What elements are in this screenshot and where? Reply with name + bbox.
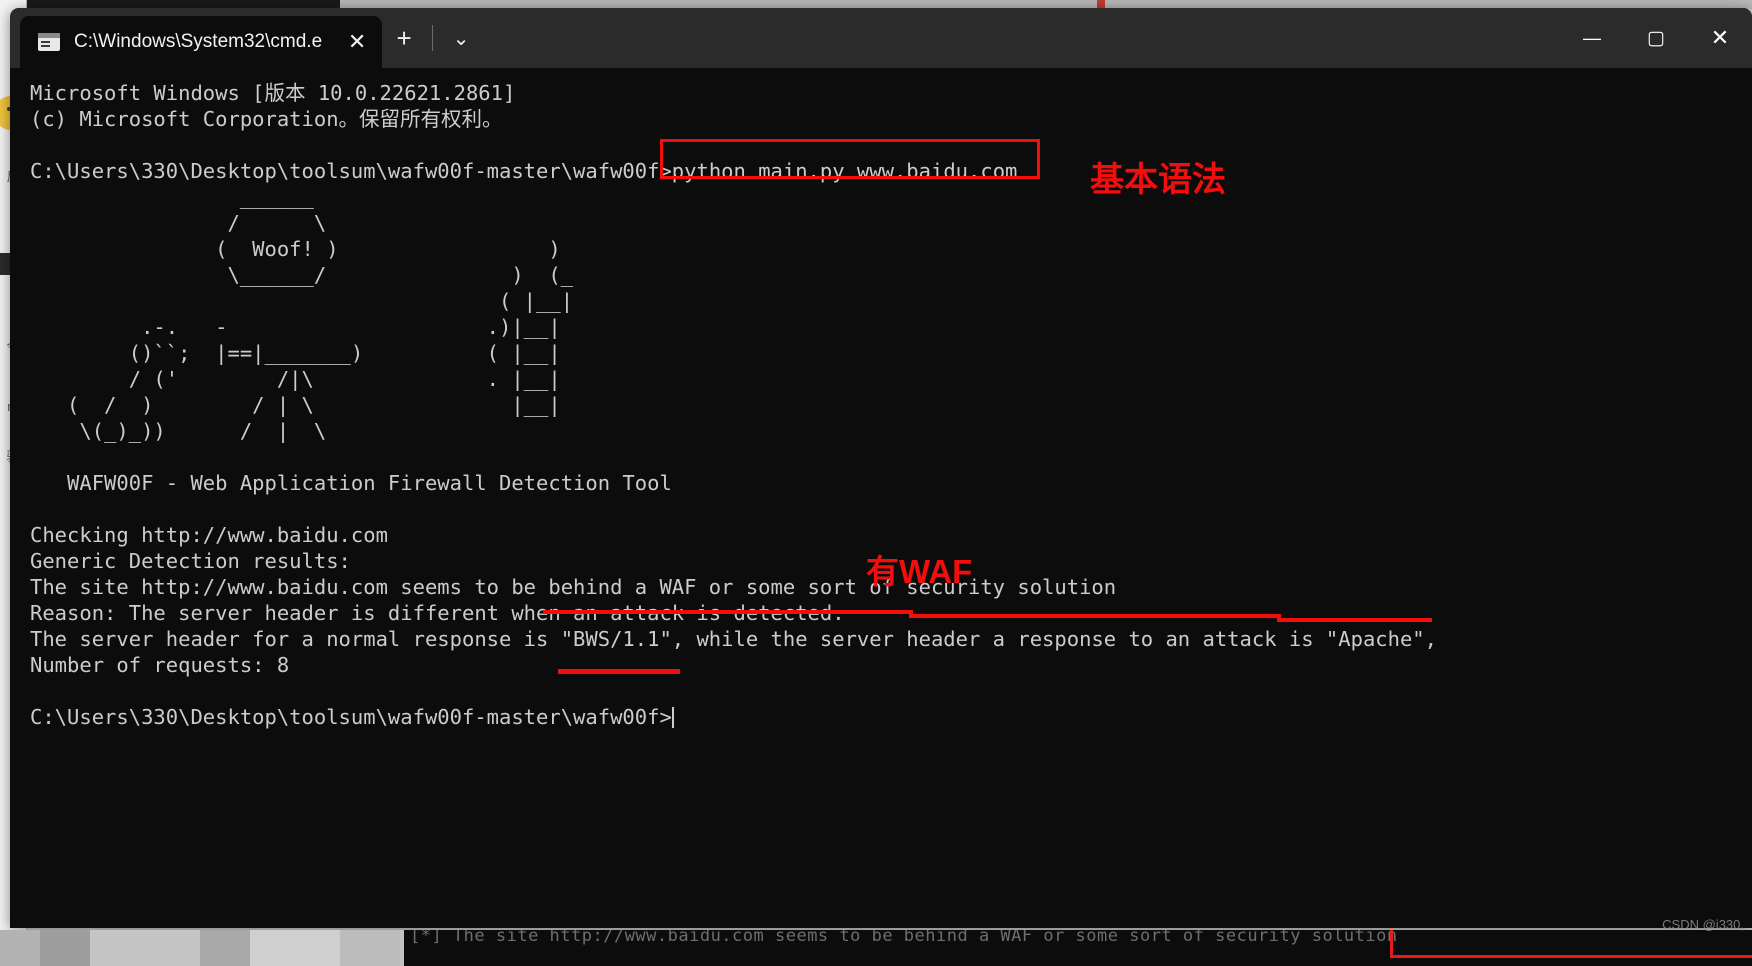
maximize-button[interactable]: ▢ xyxy=(1624,8,1688,68)
close-tab-icon[interactable]: ✕ xyxy=(342,27,372,57)
cmd-icon xyxy=(38,33,60,51)
tool-title-text: WAFW00F - Web Application Firewall Detec… xyxy=(67,471,672,495)
console-ascii-art: ______ / \ ( Woof! ) ) \______/ ) (_ ( |… xyxy=(67,185,574,443)
console-banner-line-2: (c) Microsoft Corporation。保留所有权利。 xyxy=(30,107,503,131)
terminal-tab[interactable]: C:\Windows\System32\cmd.e ✕ xyxy=(20,16,383,68)
chevron-down-icon[interactable]: ⌄ xyxy=(439,18,483,58)
output-line-0: Checking http://www.baidu.com xyxy=(30,523,388,547)
window-controls: — ▢ ✕ xyxy=(1560,8,1752,68)
prompt-path: C:\Users\330\Desktop\toolsum\wafw00f-mas… xyxy=(30,159,672,183)
output-line-4: The server header for a normal response … xyxy=(30,627,1437,651)
text-cursor xyxy=(671,707,674,728)
entered-command: python main.py www.baidu.com xyxy=(671,159,1018,183)
new-tab-icon[interactable]: + xyxy=(382,18,426,58)
output-line-1: Generic Detection results: xyxy=(30,549,351,573)
background-annotation-box xyxy=(1390,930,1752,958)
background-console-window[interactable]: [*] The site http://www.baidu.com seems … xyxy=(404,930,1752,966)
console-banner-line-1: Microsoft Windows [版本 10.0.22621.2861] xyxy=(30,81,516,105)
background-console-text: [*] The site http://www.baidu.com seems … xyxy=(410,930,1398,946)
console-blank-1 xyxy=(30,132,1752,158)
background-bottom-band: [*] The site http://www.baidu.com seems … xyxy=(0,930,1752,966)
close-window-button[interactable]: ✕ xyxy=(1688,8,1752,68)
tabbar-separator xyxy=(432,25,434,51)
output-line-3: Reason: The server header is different w… xyxy=(30,601,845,625)
output-line-5: Number of requests: 8 xyxy=(30,653,290,677)
console-command-line: C:\Users\330\Desktop\toolsum\wafw00f-mas… xyxy=(30,158,1752,184)
console-blank-4 xyxy=(30,678,1752,704)
console-blank-3 xyxy=(30,496,1752,522)
tabbar-actions: + ⌄ xyxy=(382,12,483,68)
background-taskbar-thumbnails[interactable] xyxy=(0,930,400,966)
final-prompt-path: C:\Users\330\Desktop\toolsum\wafw00f-mas… xyxy=(30,705,672,729)
csdn-watermark: CSDN @i330, xyxy=(1662,917,1744,932)
console-output-area[interactable]: Microsoft Windows [版本 10.0.22621.2861] (… xyxy=(10,68,1752,928)
final-prompt-line: C:\Users\330\Desktop\toolsum\wafw00f-mas… xyxy=(30,704,1752,730)
output-line-2: The site http://www.baidu.com seems to b… xyxy=(30,575,1117,599)
screenshot-root: 反 今 ra 验 C:\Windows\System32\cmd.e ✕ + ⌄… xyxy=(0,0,1752,966)
minimize-button[interactable]: — xyxy=(1560,8,1624,68)
title-bar: C:\Windows\System32\cmd.e ✕ + ⌄ — ▢ ✕ xyxy=(10,8,1752,68)
tool-title: WAFW00F - Web Application Firewall Detec… xyxy=(30,470,1752,496)
terminal-window: C:\Windows\System32\cmd.e ✕ + ⌄ — ▢ ✕ Mi… xyxy=(10,8,1752,928)
console-blank-2 xyxy=(30,444,1752,470)
tab-title: C:\Windows\System32\cmd.e xyxy=(74,31,323,52)
